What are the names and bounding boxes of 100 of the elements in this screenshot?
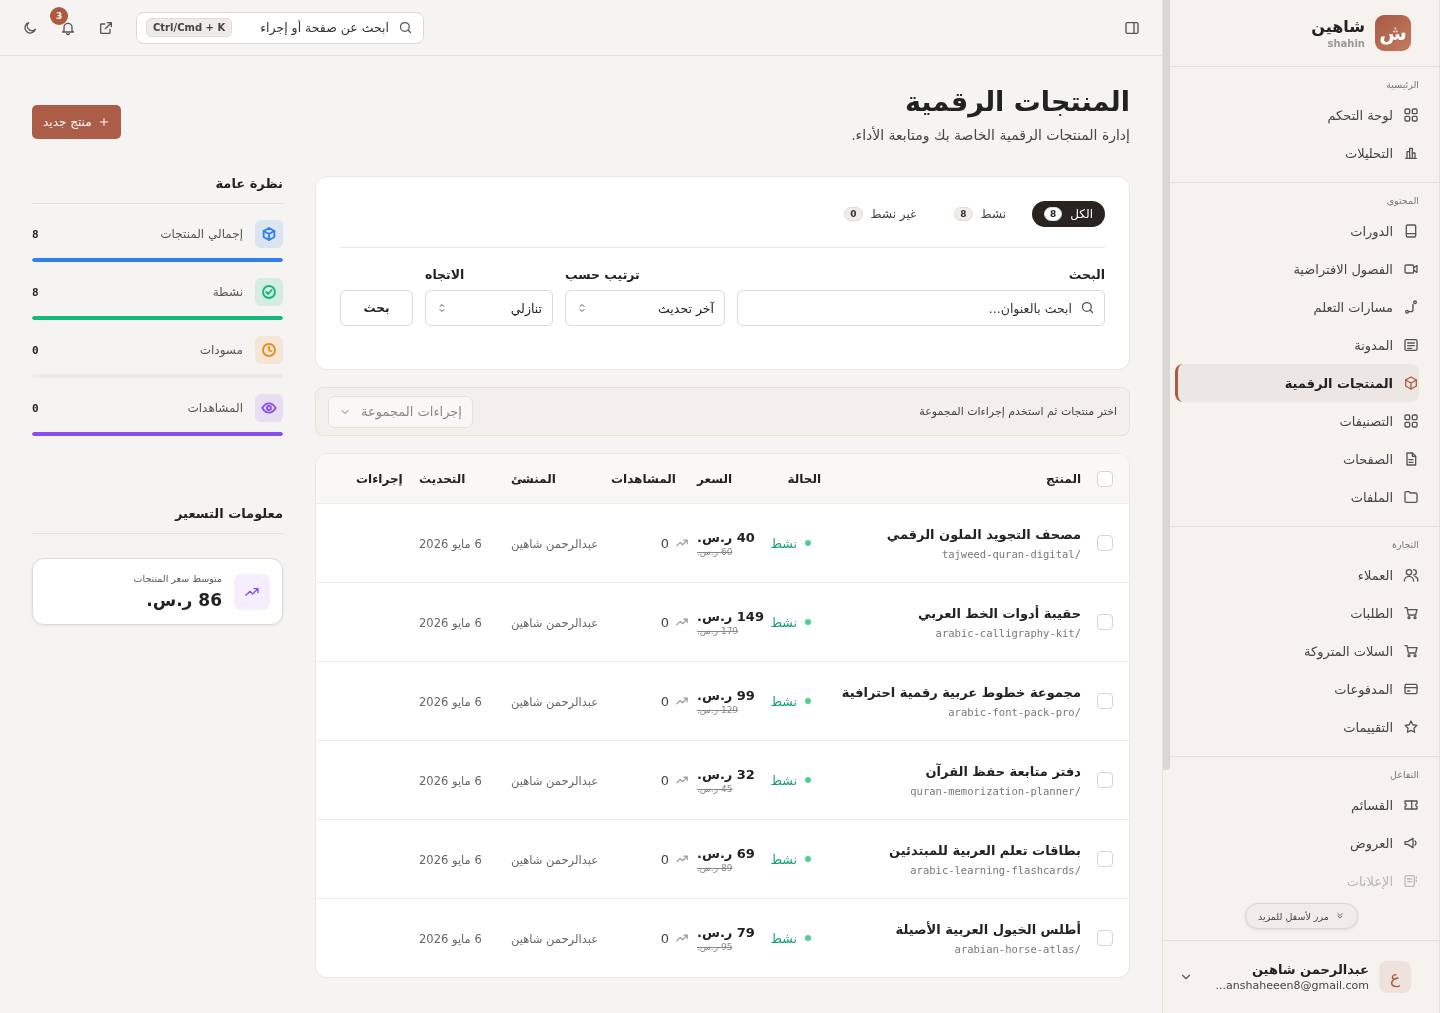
row-checkbox[interactable]	[1097, 851, 1113, 867]
grid-icon	[1403, 107, 1419, 123]
up-down-chevron-icon	[576, 302, 588, 314]
trend-icon	[675, 694, 689, 708]
status-dot	[805, 698, 811, 704]
sidebar-item[interactable]: الدورات	[1183, 212, 1419, 250]
price: 99 ر.س.	[697, 687, 756, 703]
views-count: 0	[660, 930, 669, 946]
row-checkbox[interactable]	[1097, 930, 1113, 946]
product-name[interactable]: بطاقات تعلم العربية للمبتدئين	[839, 842, 1081, 858]
brand-name: شاهين	[1311, 17, 1365, 36]
direction-select[interactable]: تنازلي	[425, 290, 553, 326]
original-price: 45 ر.س.	[697, 783, 734, 794]
product-slug: /arabic-font-pack-pro	[947, 705, 1081, 718]
sidebar-item[interactable]: العروض	[1183, 824, 1419, 862]
sidebar-item[interactable]: لوحة التحكم	[1183, 96, 1419, 134]
scrollbar[interactable]	[1163, 0, 1170, 770]
original-price: 89 ر.س.	[697, 862, 734, 873]
scroll-hint-button[interactable]: مرر لأسفل للمزيد	[1245, 903, 1358, 929]
stat-value: 0	[32, 401, 39, 415]
column-header: الحالة	[786, 471, 822, 486]
notification-count: 3	[50, 6, 68, 25]
page-subtitle: إدارة المنتجات الرقمية الخاصة بك ومتابعة الأداء.	[851, 127, 1130, 143]
brand-logo: ش	[1375, 15, 1411, 51]
row-checkbox[interactable]	[1097, 614, 1113, 630]
sidebar-item[interactable]: السلات المتروكة	[1183, 632, 1419, 670]
row-checkbox[interactable]	[1097, 693, 1113, 709]
section-heading: المحتوى	[1385, 195, 1419, 206]
original-price: 129 ر.س.	[697, 704, 740, 715]
views-count: 0	[660, 535, 669, 551]
status-dot	[805, 935, 811, 941]
row-checkbox[interactable]	[1097, 535, 1113, 551]
ticket-icon	[1403, 797, 1419, 813]
credit-card-icon	[1403, 681, 1419, 697]
user-avatar: ع	[1379, 961, 1411, 993]
up-down-chevron-icon	[436, 302, 448, 314]
product-name[interactable]: دفتر متابعة حفظ القرآن	[839, 763, 1081, 779]
row-checkbox[interactable]	[1097, 772, 1113, 788]
plus-icon	[97, 116, 110, 128]
select-all-checkbox[interactable]	[1097, 470, 1113, 487]
sidebar-item[interactable]: الفصول الافتراضية	[1183, 250, 1419, 288]
video-camera-icon	[1403, 261, 1419, 277]
new-product-button[interactable]: منتج جديد	[32, 105, 121, 139]
stat-value: 86 ر.س.	[145, 590, 222, 610]
product-slug: /arabian-horse-atlas	[953, 942, 1081, 955]
cart-icon	[1403, 605, 1419, 621]
creator-name: عبدالرحمن شاهين	[511, 694, 598, 709]
original-price: 179 ر.س.	[697, 625, 740, 636]
search-field[interactable]: ابحث بالعنوان...	[737, 290, 1105, 326]
search-button[interactable]: بحث	[340, 290, 413, 326]
sidebar-item[interactable]: الطلبات	[1183, 594, 1419, 632]
status-label: نشط	[770, 614, 797, 630]
star-icon	[1403, 719, 1419, 735]
sidebar-item[interactable]: التقييمات	[1183, 708, 1419, 746]
stat-value: 8	[32, 227, 39, 241]
product-name[interactable]: مجموعة خطوط عربية رقمية احترافية	[839, 684, 1081, 700]
moon-icon[interactable]	[22, 19, 38, 36]
sidebar-item[interactable]: مسارات التعلم	[1183, 288, 1419, 326]
brand-subtitle: shahin	[1326, 38, 1365, 49]
trend-icon	[675, 773, 689, 787]
product-name[interactable]: مصحف التجويد الملون الرقمي	[839, 526, 1081, 542]
sidebar-item[interactable]: القسائم	[1183, 786, 1419, 824]
section-title: معلومات التسعير	[32, 506, 283, 534]
bulk-hint: اختر منتجات ثم استخدم إجراءات المجموعة	[919, 405, 1117, 418]
search-icon	[398, 19, 413, 35]
status-dot	[805, 619, 811, 625]
views-count: 0	[660, 772, 669, 788]
price: 40 ر.س.	[697, 529, 756, 545]
sidebar-item[interactable]: المدفوعات	[1183, 670, 1419, 708]
sidebar-item[interactable]: الملفات	[1183, 478, 1419, 516]
product-slug: /arabic-learning-flashcards	[909, 863, 1081, 876]
status-dot	[805, 856, 811, 862]
sidebar-item[interactable]: الصفحات	[1183, 440, 1419, 478]
ad-icon	[1403, 873, 1419, 889]
status-label: نشط	[770, 930, 797, 946]
user-email: ...anshaheeen8@gmail.com	[1214, 979, 1369, 992]
product-slug: /arabic-calligraphy-kit	[934, 626, 1081, 639]
stat-label: مسودات	[198, 343, 243, 357]
sidebar-item[interactable]: المنتجات الرقمية	[1175, 364, 1419, 402]
external-link-icon[interactable]	[98, 19, 114, 36]
column-header: المنتج	[1044, 471, 1082, 486]
product-slug: /quran-memorization-planner	[909, 784, 1081, 797]
status-label: نشط	[770, 693, 797, 709]
product-slug: /tajweed-quran-digital	[940, 547, 1081, 560]
sidebar-item[interactable]: التحليلات	[1183, 134, 1419, 172]
original-price: 95 ر.س.	[697, 941, 734, 952]
field-label: الاتجاه	[425, 267, 466, 282]
sidebar-item[interactable]: المدونة	[1183, 326, 1419, 364]
status-dot	[805, 777, 811, 783]
tab-count: 8	[1044, 207, 1063, 221]
megaphone-icon	[1403, 835, 1419, 851]
updated-date: 6 مايو 2026	[419, 694, 482, 709]
sidebar-item[interactable]: التصنيفات	[1183, 402, 1419, 440]
product-name[interactable]: أطلس الخيول العربية الأصيلة	[839, 921, 1081, 937]
bar-chart-icon	[1403, 145, 1419, 161]
sidebar-item[interactable]: العملاء	[1183, 556, 1419, 594]
updated-date: 6 مايو 2026	[419, 536, 482, 551]
product-name[interactable]: حقيبة أدوات الخط العربي	[839, 605, 1081, 621]
sort-select[interactable]: آخر تحديث	[565, 290, 725, 326]
sidebar-toggle-icon[interactable]	[1124, 19, 1140, 36]
